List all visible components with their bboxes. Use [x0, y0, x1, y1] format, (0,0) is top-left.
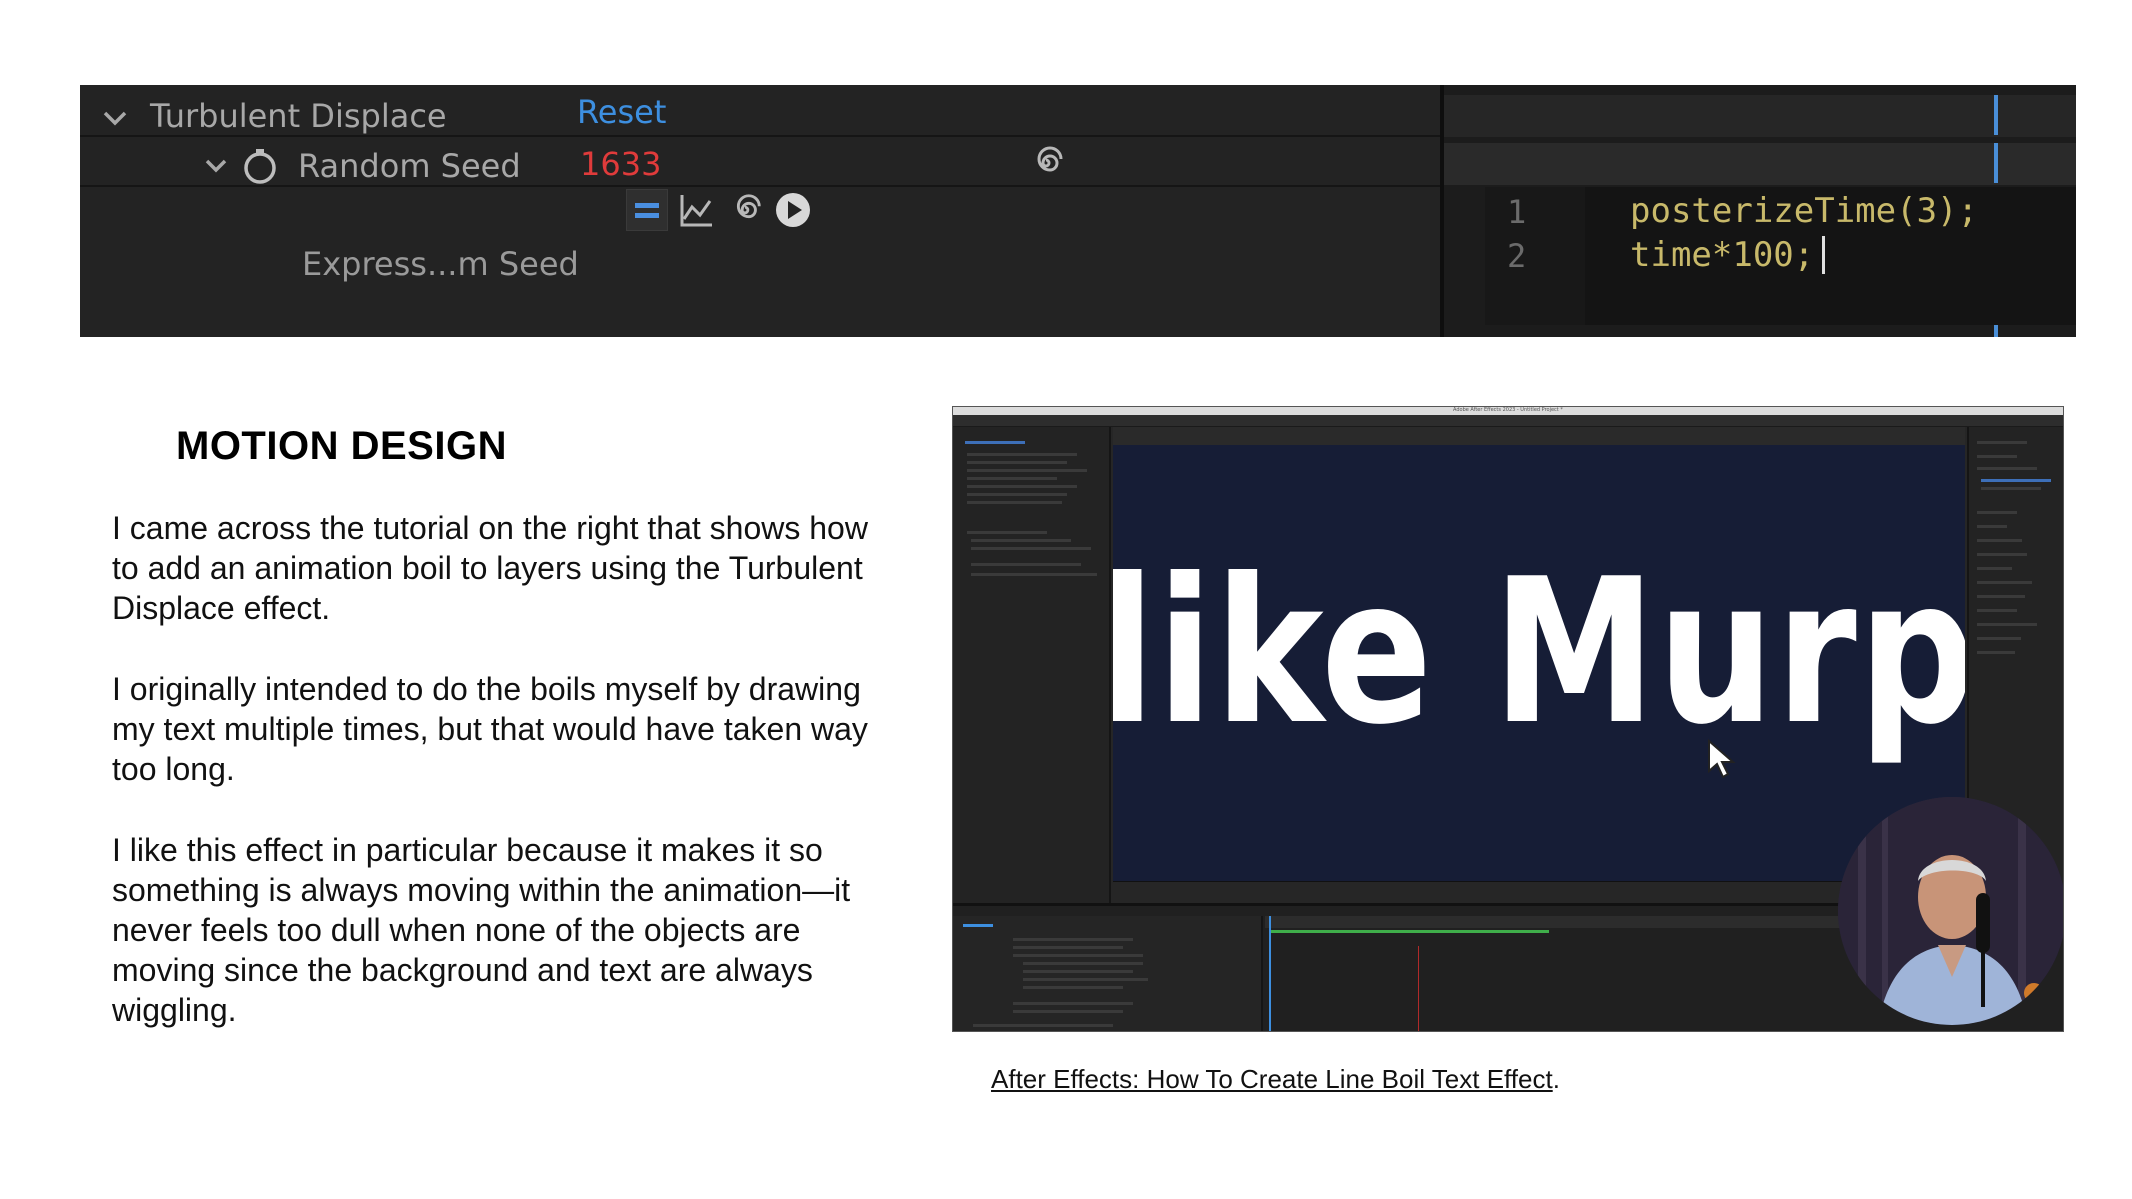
row-divider — [80, 135, 1440, 137]
property-value[interactable]: 1633 — [580, 145, 661, 183]
video-caption: After Effects: How To Create Line Boil T… — [991, 1064, 1560, 1095]
expression-enable-toggle[interactable] — [626, 189, 668, 231]
line-number: 2 — [1507, 237, 1527, 275]
layer-list — [953, 916, 1263, 1031]
effect-controls-panel — [953, 427, 1111, 903]
section-heading: MOTION DESIGN — [176, 424, 507, 468]
line-number: 1 — [1507, 193, 1527, 231]
chevron-down-icon[interactable] — [102, 109, 128, 127]
paragraph: I like this effect in particular because… — [112, 832, 851, 1028]
window-titlebar: Adobe After Effects 2023 - Untitled Proj… — [953, 407, 2063, 415]
work-area-bar — [1269, 930, 1549, 933]
pickwhip-spiral-icon[interactable] — [726, 191, 764, 229]
paragraph: I came across the tutorial on the right … — [112, 510, 868, 626]
timeline-row — [1444, 95, 2076, 137]
chevron-down-icon[interactable] — [204, 157, 228, 175]
code-line[interactable]: time*100; — [1630, 235, 1814, 275]
stopwatch-icon[interactable] — [242, 147, 278, 185]
time-cursor[interactable] — [1994, 95, 1998, 135]
tutorial-video-thumbnail[interactable]: Adobe After Effects 2023 - Untitled Proj… — [952, 406, 2064, 1032]
timeline-row — [1444, 143, 2076, 185]
window-title: Adobe After Effects 2023 - Untitled Proj… — [1453, 407, 1563, 413]
presenter-portrait-icon — [1838, 797, 2063, 1025]
viewer-footer — [1113, 881, 1965, 903]
expression-property-label: Express...m Seed — [302, 245, 579, 283]
composition-tabs — [1113, 427, 1965, 445]
comp-title-text: like Murphy — [1113, 536, 1965, 769]
tutorial-link[interactable]: After Effects: How To Create Line Boil T… — [991, 1064, 1553, 1094]
presenter-webcam — [1838, 797, 2063, 1025]
text-caret — [1822, 236, 1825, 274]
time-cursor[interactable] — [1994, 143, 1998, 183]
row-divider — [80, 185, 1440, 187]
graph-icon[interactable] — [678, 191, 716, 229]
paragraph: I originally intended to do the boils my… — [112, 671, 868, 787]
expression-equals-icon — [635, 203, 659, 218]
toolbar — [953, 415, 2063, 427]
effect-controls-banner: Turbulent Displace Reset Random Seed 163… — [80, 85, 2076, 337]
code-line[interactable]: posterizeTime(3); — [1630, 191, 1978, 231]
playhead — [1269, 916, 1271, 1031]
effect-name: Turbulent Displace — [150, 97, 447, 135]
property-name: Random Seed — [298, 147, 521, 185]
caption-period: . — [1552, 1064, 1560, 1094]
line-number-gutter — [1485, 187, 1585, 325]
play-circle-icon[interactable] — [774, 191, 812, 229]
mouse-pointer-icon — [1708, 739, 1736, 779]
reset-link[interactable]: Reset — [577, 93, 666, 131]
pickwhip-spiral-icon[interactable] — [1026, 143, 1066, 183]
time-cursor — [1994, 325, 1998, 337]
marker-line — [1418, 946, 1419, 1031]
composition-viewer: like Murphy — [1113, 445, 1965, 881]
